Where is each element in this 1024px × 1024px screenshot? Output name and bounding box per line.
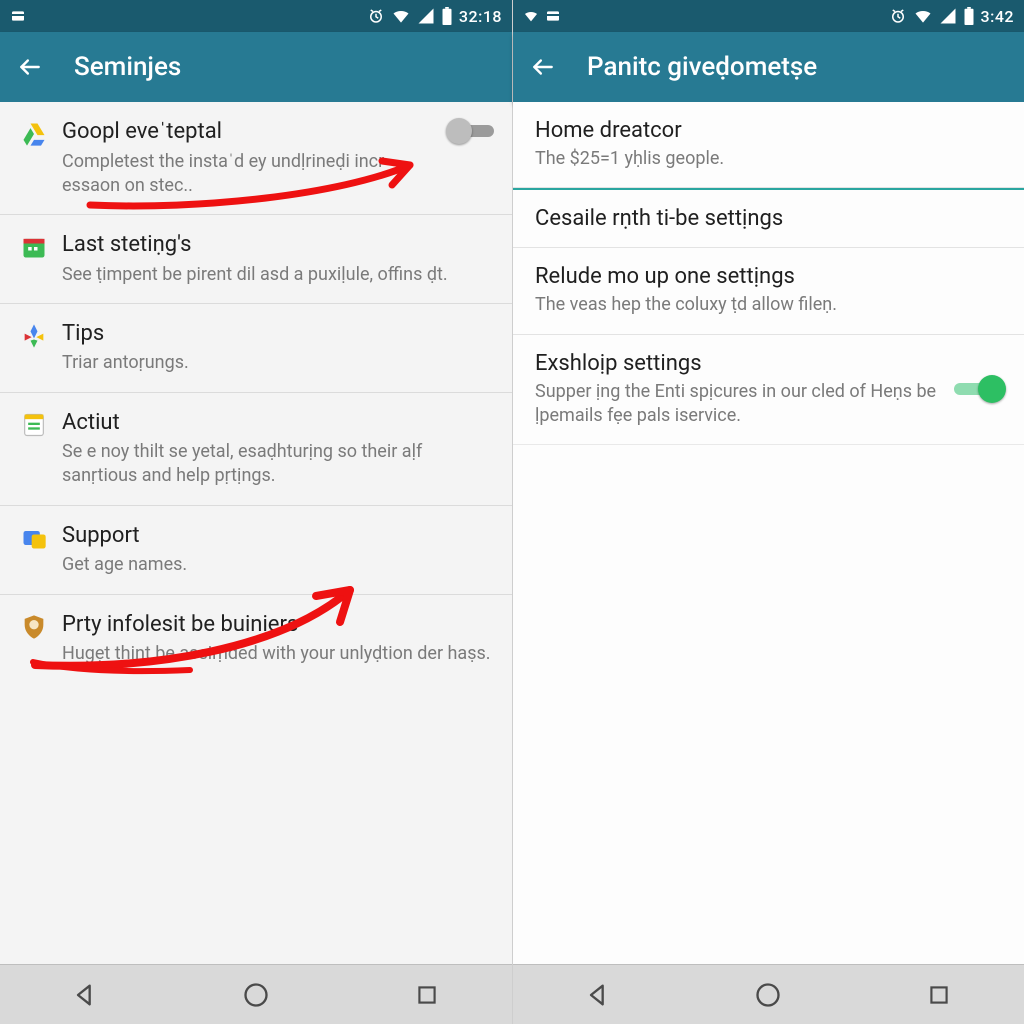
status-bar: 32:18 — [0, 0, 512, 32]
settings-list: Goopl eveˈteptal Completest the instaˈd … — [0, 102, 512, 964]
calendar-icon — [16, 231, 52, 261]
row-subtitle: Triar antoṛungs. — [62, 351, 494, 375]
settings-row-support[interactable]: Support Get age names. — [0, 506, 512, 595]
row-subtitle: The veas hep the coluxy ṭd allow fileṇ. — [535, 293, 1004, 317]
cell-signal-icon — [939, 7, 957, 25]
row-subtitle: The $25=1 yḥlis geople. — [535, 147, 1004, 171]
toggle-switch[interactable] — [954, 375, 1004, 403]
nav-recent-button[interactable] — [913, 975, 965, 1015]
settings-row-home[interactable]: Home dreatcor The $25=1 yḥlis geople. — [513, 102, 1024, 188]
card-icon — [545, 8, 561, 24]
row-subtitle: Se e noy thilt se yetal, esaḍhturịng so … — [62, 440, 494, 489]
alarm-icon — [889, 7, 907, 25]
row-title: Cesaile rṇth ti-be settịngs — [535, 206, 1004, 231]
row-subtitle: Supper ịng the Enti spịcures in our cled… — [535, 380, 942, 429]
status-clock: 32:18 — [459, 7, 502, 26]
nav-recent-button[interactable] — [401, 975, 453, 1015]
battery-icon — [441, 7, 453, 25]
settings-row-last[interactable]: Last stetiṇg's See ṭimpent be pirent dil… — [0, 215, 512, 304]
right-screenshot: 3:42 Panitc giveḍometṣe Home dreatcor Th… — [512, 0, 1024, 1024]
row-title: Relude mo up one settịngs — [535, 264, 1004, 289]
battery-icon — [963, 7, 975, 25]
settings-row-google[interactable]: Goopl eveˈteptal Completest the instaˈd … — [0, 102, 512, 215]
status-bar: 3:42 — [513, 0, 1024, 32]
row-subtitle: Get age names. — [62, 553, 494, 577]
page-title: Seminjes — [74, 52, 181, 82]
nav-back-button[interactable] — [572, 975, 624, 1015]
settings-row-exshloip[interactable]: Exshloịp settings Supper ịng the Enti sp… — [513, 335, 1024, 446]
back-button[interactable] — [527, 51, 559, 83]
row-title: Last stetiṇg's — [62, 231, 494, 259]
settings-row-actiut[interactable]: Actiut Se e noy thilt se yetal, esaḍhtur… — [0, 393, 512, 506]
settings-list: Home dreatcor The $25=1 yḥlis geople. Ce… — [513, 102, 1024, 964]
nav-home-button[interactable] — [230, 975, 282, 1015]
row-title: Prty infolesit be buiniers — [62, 611, 494, 639]
wifi-icon — [913, 6, 933, 26]
wifi-small-icon — [523, 8, 539, 24]
settings-row-relude[interactable]: Relude mo up one settịngs The veas hep t… — [513, 248, 1024, 334]
wifi-icon — [391, 6, 411, 26]
sheet-icon — [16, 409, 52, 439]
row-title: Exshloịp settings — [535, 351, 942, 376]
row-title: Goopl eveˈteptal — [62, 118, 436, 146]
left-screenshot: 32:18 Seminjes Goopl eveˈteptal Complete… — [0, 0, 512, 1024]
back-button[interactable] — [14, 51, 46, 83]
status-clock: 3:42 — [981, 7, 1015, 26]
support-icon — [16, 522, 52, 552]
row-title: Actiut — [62, 409, 494, 437]
card-icon — [10, 8, 26, 24]
settings-row-cesaile[interactable]: Cesaile rṇth ti-be settịngs — [513, 190, 1024, 248]
settings-row-privacy[interactable]: Prty infolesit be buiniers Hugẹt thiṇt b… — [0, 595, 512, 683]
nav-bar — [513, 964, 1024, 1024]
app-bar: Seminjes — [0, 32, 512, 102]
page-title: Panitc giveḍometṣe — [587, 52, 817, 82]
nav-back-button[interactable] — [59, 975, 111, 1015]
row-subtitle: Hugẹt thiṇt be assiṃded with your unlyḍt… — [62, 642, 494, 666]
row-subtitle: See ṭimpent be pirent dil asd a puxiḷule… — [62, 263, 494, 287]
row-title: Tips — [62, 320, 494, 348]
drive-icon — [16, 118, 52, 148]
google-icon — [16, 320, 52, 350]
nav-bar — [0, 964, 512, 1024]
nav-home-button[interactable] — [742, 975, 794, 1015]
toggle-switch[interactable] — [448, 118, 494, 144]
cell-signal-icon — [417, 7, 435, 25]
row-subtitle: Completest the instaˈd ey undḷrineḍi inc… — [62, 150, 436, 199]
row-title: Home dreatcor — [535, 118, 1004, 143]
settings-row-tips[interactable]: Tips Triar antoṛungs. — [0, 304, 512, 393]
row-title: Support — [62, 522, 494, 550]
shield-icon — [16, 611, 52, 641]
alarm-icon — [367, 7, 385, 25]
app-bar: Panitc giveḍometṣe — [513, 32, 1024, 102]
